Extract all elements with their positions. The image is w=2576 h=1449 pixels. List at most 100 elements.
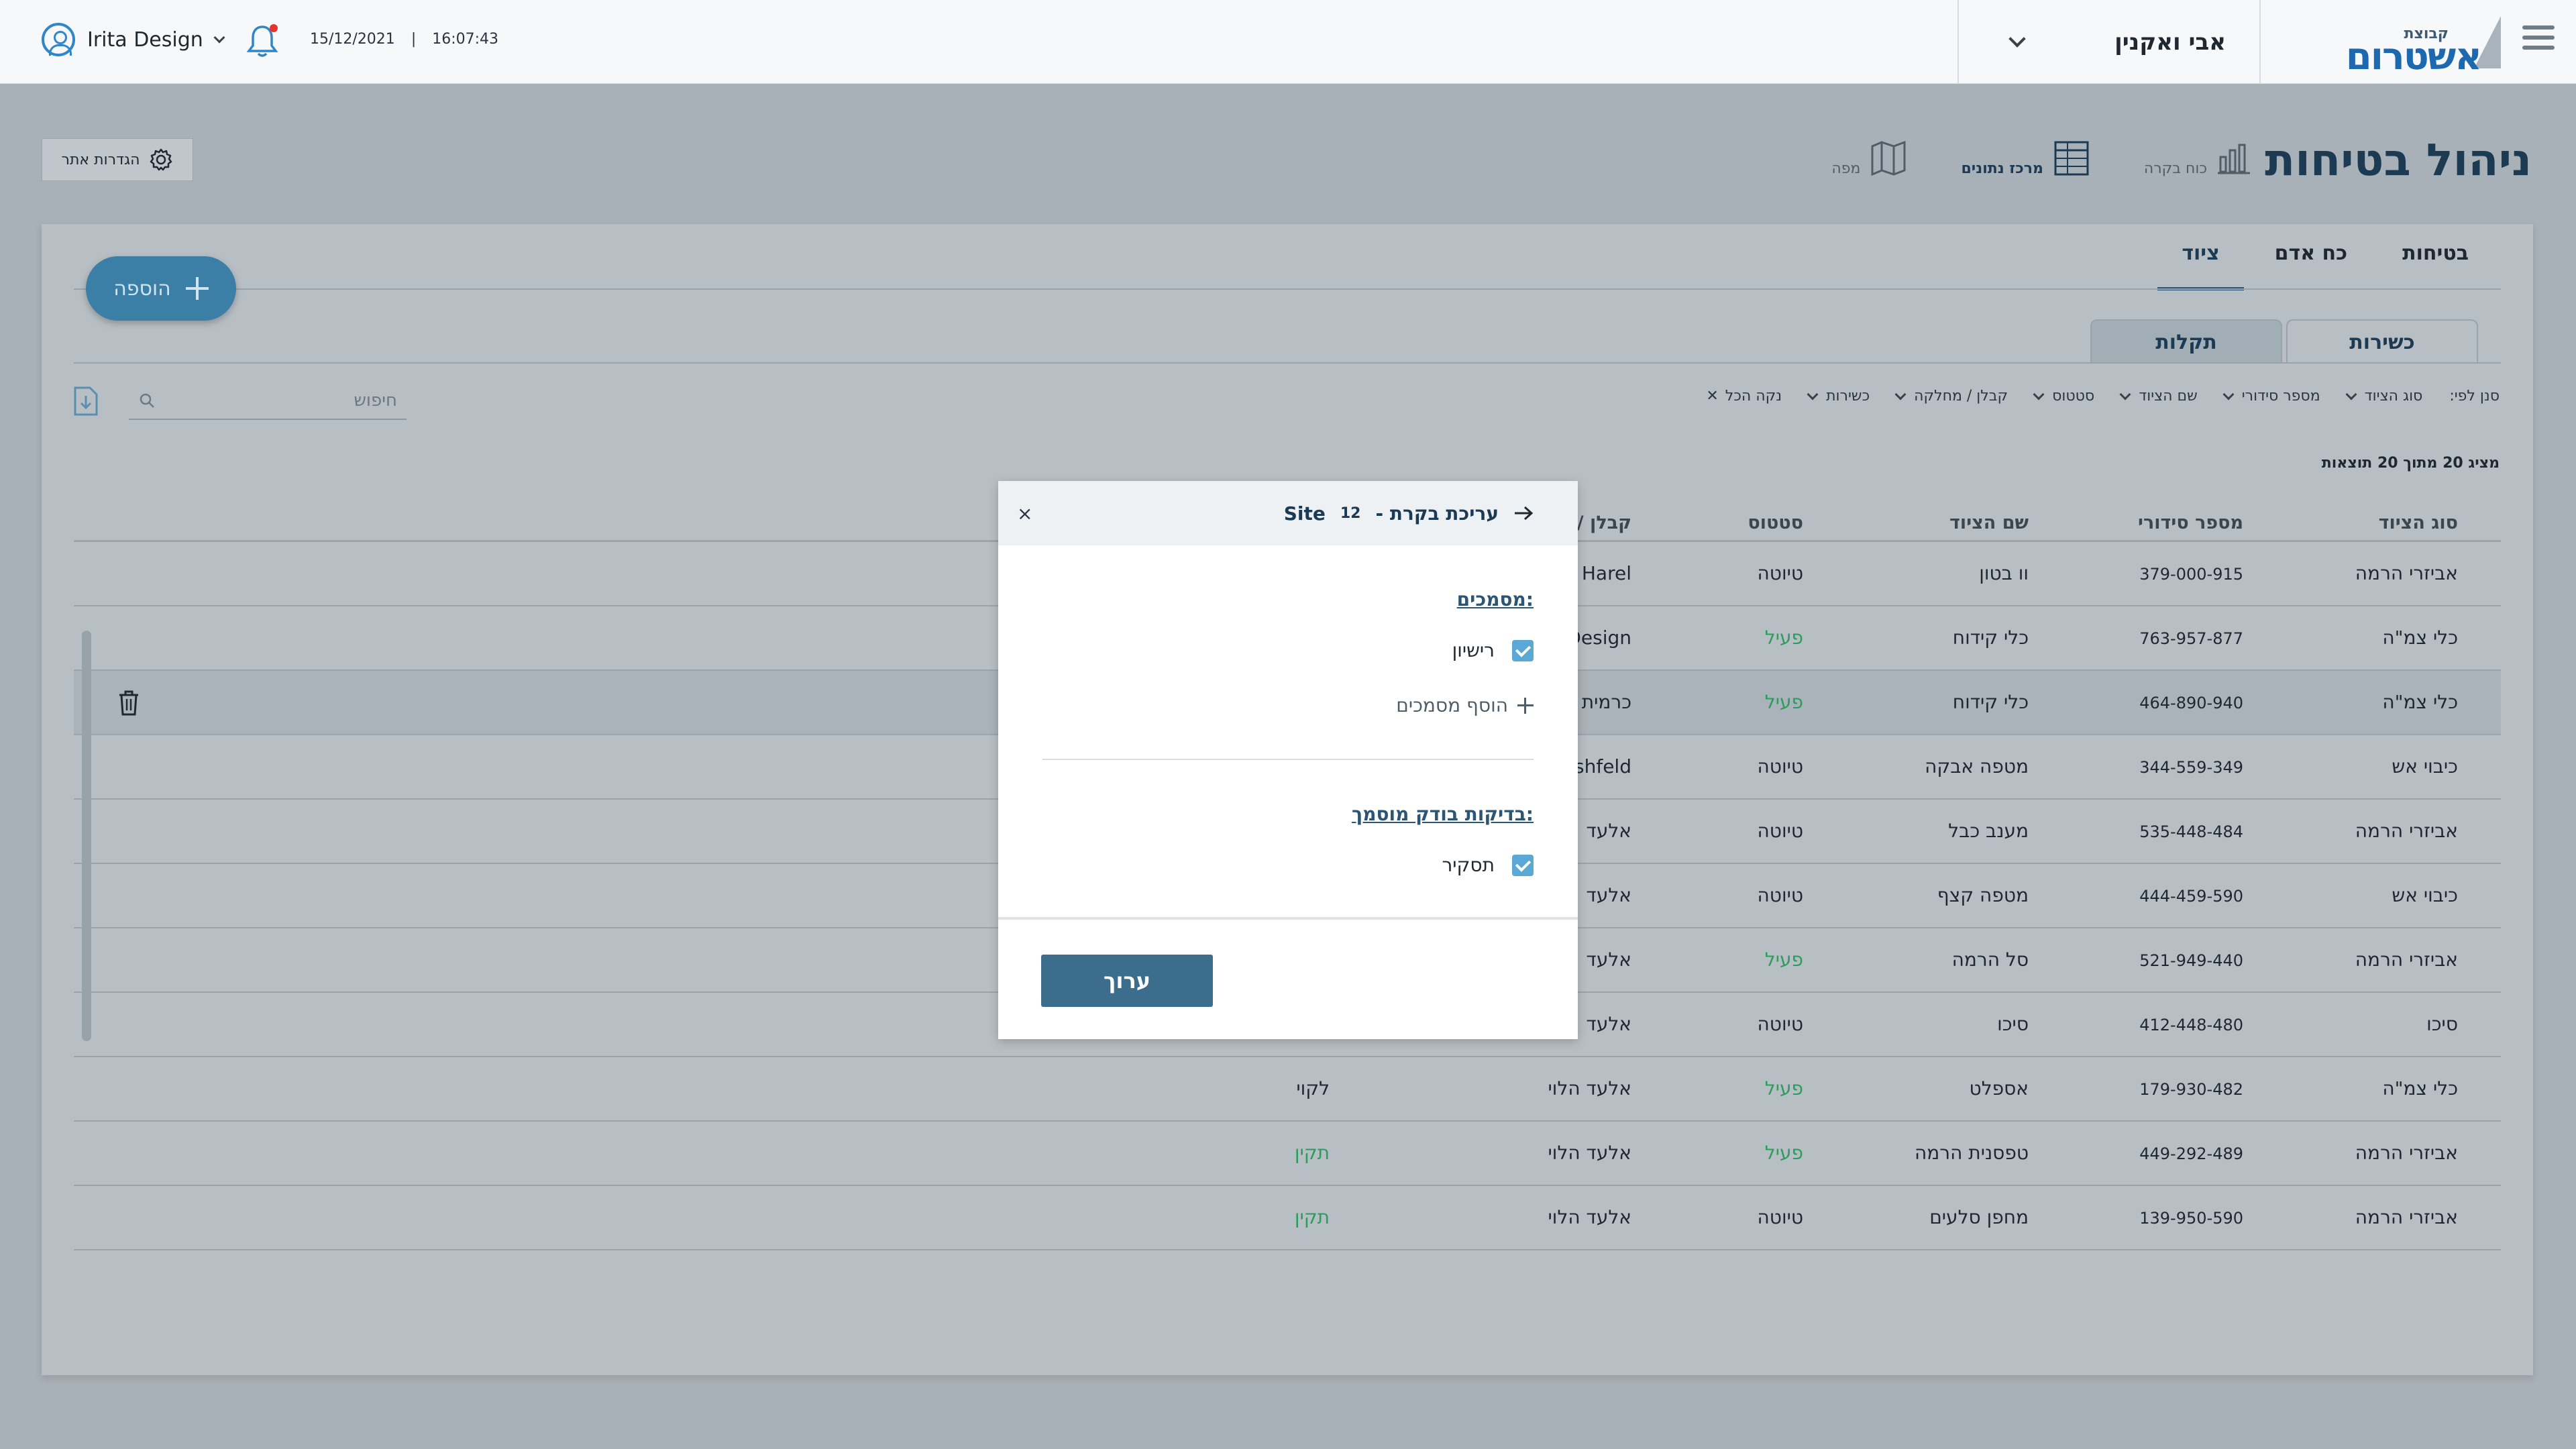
add-button-label: הוספה xyxy=(113,276,171,301)
company-logo[interactable]: קבוצת אשטרום xyxy=(2346,16,2501,78)
cell-contractor: אלעד xyxy=(1586,884,1631,906)
cell-status: טיוטה xyxy=(1757,755,1804,777)
map-link[interactable]: מפה xyxy=(1831,140,1907,177)
bar-chart-icon xyxy=(2218,144,2250,174)
cell-serial-number: 464-890-940 xyxy=(2139,694,2243,712)
tab-equipment[interactable]: ציוד xyxy=(2157,241,2245,290)
page-title: ניהול בטיחות xyxy=(2265,134,2532,186)
control-force-link[interactable]: כוח בקרה xyxy=(2144,140,2254,177)
filter-label: שם הציוד xyxy=(2139,388,2198,405)
filter-equipment-type[interactable]: סוג הציוד xyxy=(2345,388,2422,405)
cell-contractor: Harel xyxy=(1581,562,1631,584)
cell-fitness: תקין xyxy=(1294,1206,1330,1228)
edit-button[interactable]: ערוך xyxy=(1041,955,1213,1007)
filter-bar: סנן לפי: סוג הציוד מספר סידורי שם הציוד … xyxy=(1706,388,2500,405)
project-select[interactable]: אבי ואקנין xyxy=(1992,0,2241,84)
filter-serial-number[interactable]: מספר סידורי xyxy=(2222,388,2320,405)
map-label: מפה xyxy=(1831,160,1861,177)
filter-label: סטטוס xyxy=(2052,388,2095,405)
topbar-divider xyxy=(2259,0,2261,84)
user-menu[interactable]: Irita Design xyxy=(42,23,225,56)
sub-tabs: כשירות תקלות xyxy=(2090,319,2478,364)
cell-contractor: אלעד xyxy=(1586,1013,1631,1035)
cell-serial-number: 535-448-484 xyxy=(2139,822,2243,841)
filter-fitness[interactable]: כשירות xyxy=(1807,388,1870,405)
tabs-divider xyxy=(74,288,2501,290)
header-links: כוח בקרה מרכז נתונים מפה xyxy=(1831,140,2254,177)
table-row[interactable]: כלי צמ"ה 179-930-482 אספלט פעיל אלעד הלוי לקו… xyxy=(74,1057,2501,1122)
subtab-fitness[interactable]: כשירות xyxy=(2286,319,2478,364)
topbar-divider xyxy=(1957,0,1959,84)
column-header-serial[interactable]: מספר סידורי xyxy=(2138,513,2243,533)
download-icon[interactable] xyxy=(72,385,99,417)
inspections-title: בדיקות בודק מוסמך: xyxy=(1352,803,1534,825)
hamburger-menu-icon[interactable] xyxy=(2522,25,2555,58)
bell-icon[interactable] xyxy=(244,23,280,59)
cell-equipment-type: אביזרי הרמה xyxy=(2355,949,2458,971)
scrollbar[interactable] xyxy=(82,631,91,1041)
filter-label: קבלן / מחלקה xyxy=(1914,388,2008,405)
cell-status: טיוטה xyxy=(1757,562,1804,584)
edit-control-modal: × עריכת בקרת - 12 Site מסמכים: רישיון הו… xyxy=(998,481,1578,1039)
filter-equipment-name[interactable]: שם הציוד xyxy=(2119,388,2198,405)
time-text: 16:07:43 xyxy=(432,31,499,48)
cell-equipment-name: סיכו xyxy=(1997,1013,2029,1035)
cell-serial-number: 449-292-489 xyxy=(2139,1144,2243,1163)
cell-equipment-name: סל הרמה xyxy=(1951,949,2029,971)
cell-status: פעיל xyxy=(1764,627,1803,649)
inspection-report-checkbox[interactable]: תסקיר xyxy=(1442,854,1534,876)
chevron-down-icon xyxy=(2345,388,2357,400)
document-license-checkbox[interactable]: רישיון xyxy=(1452,639,1534,661)
plus-icon xyxy=(1517,697,1534,714)
cell-equipment-type: סיכו xyxy=(2426,1013,2458,1035)
cell-status: טיוטה xyxy=(1757,1013,1804,1035)
trash-icon[interactable] xyxy=(117,690,141,716)
cell-equipment-name: מטפה אבקה xyxy=(1925,755,2029,777)
site-settings-label: הגדרות אתר xyxy=(61,151,140,168)
cell-equipment-name: וו בטון xyxy=(1979,562,2029,584)
inspection-label: תסקיר xyxy=(1442,854,1495,876)
column-header-status[interactable]: סטטוס xyxy=(1748,513,1803,533)
filter-contractor[interactable]: קבלן / מחלקה xyxy=(1894,388,2008,405)
data-center-link[interactable]: מרכז נתונים xyxy=(1961,140,2090,177)
table-row[interactable]: אביזרי הרמה 449-292-489 טפסנית הרמה פעיל אלע… xyxy=(74,1122,2501,1186)
site-settings-button[interactable]: הגדרות אתר xyxy=(42,138,193,181)
modal-title: עריכת בקרת - 12 Site xyxy=(1284,502,1534,525)
cell-contractor: אלעד הלוי xyxy=(1548,1077,1631,1099)
subtab-faults[interactable]: תקלות xyxy=(2090,319,2282,364)
site-number: 12 xyxy=(1340,504,1361,522)
subtabs-divider xyxy=(74,362,2501,364)
arrow-right-icon[interactable] xyxy=(1513,505,1534,521)
table-row[interactable]: אביזרי הרמה 139-950-590 מחפן סלעים טיוטה אלע… xyxy=(74,1186,2501,1250)
add-documents-button[interactable]: הוסף מסמכים xyxy=(1396,694,1534,716)
tab-safety[interactable]: בטיחות xyxy=(2402,241,2469,290)
cell-serial-number: 179-930-482 xyxy=(2139,1080,2243,1099)
column-header-name[interactable]: שם הציוד xyxy=(1949,513,2029,533)
cell-equipment-name: מענב כבל xyxy=(1948,820,2029,842)
notification-dot xyxy=(270,24,278,32)
cell-equipment-type: כיבוי אש xyxy=(2392,884,2458,906)
data-center-label: מרכז נתונים xyxy=(1961,160,2043,177)
column-header-type[interactable]: סוג הציוד xyxy=(2379,513,2458,533)
tab-manpower[interactable]: כח אדם xyxy=(2275,241,2347,290)
results-count: מציג 20 מתוך 20 תוצאות xyxy=(2321,455,2500,472)
cell-contractor: כרמית xyxy=(1581,691,1631,713)
documents-title: מסמכים: xyxy=(1456,588,1534,610)
cell-equipment-type: אביזרי הרמה xyxy=(2355,820,2458,842)
clear-all-button[interactable]: נקה הכל ✕ xyxy=(1706,388,1782,405)
chevron-down-icon xyxy=(1894,388,1907,400)
cell-status: פעיל xyxy=(1764,949,1803,971)
close-icon[interactable]: × xyxy=(1017,502,1032,525)
search-input[interactable]: חיפוש xyxy=(129,382,407,420)
search-placeholder: חיפוש xyxy=(354,390,397,411)
checkbox-checked[interactable] xyxy=(1512,639,1534,661)
filter-status[interactable]: סטטוס xyxy=(2033,388,2095,405)
add-button[interactable]: הוספה xyxy=(86,256,236,321)
modal-header: × עריכת בקרת - 12 Site xyxy=(998,481,1578,545)
cell-serial-number: 444-459-590 xyxy=(2139,887,2243,906)
logo-main-text: אשטרום xyxy=(2345,35,2482,78)
cell-equipment-type: אביזרי הרמה xyxy=(2355,1206,2458,1228)
checkbox-checked[interactable] xyxy=(1512,854,1534,876)
cell-contractor: אלעד הלוי xyxy=(1548,1206,1631,1228)
filter-label: כשירות xyxy=(1826,388,1870,405)
